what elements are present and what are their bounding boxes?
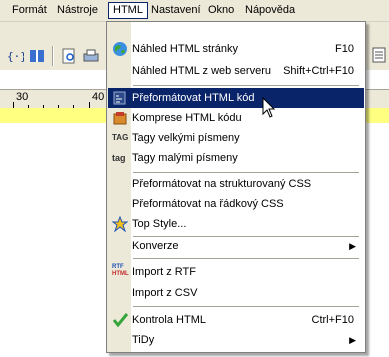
- menu-item-import-rtf[interactable]: RTF HTML Import z RTF: [108, 262, 364, 282]
- menu-window[interactable]: Okno: [204, 3, 238, 18]
- html-dropdown-menu: Náhled HTML stránky F10 Náhled HTML z we…: [106, 21, 366, 353]
- menu-item-conversion[interactable]: Konverze ▶: [108, 236, 364, 256]
- menu-item-label: Konverze: [132, 240, 179, 252]
- format-code-icon: [112, 90, 128, 106]
- menubar: Formát Nástroje HTML Nastavení Okno Nápo…: [0, 0, 389, 22]
- ruler-label: 40: [92, 91, 105, 103]
- menu-help[interactable]: Nápověda: [241, 3, 299, 18]
- menu-html[interactable]: HTML: [108, 2, 148, 19]
- print-preview-icon[interactable]: [60, 47, 78, 65]
- globe-icon: [112, 41, 128, 57]
- menu-item-label: Import z CSV: [132, 287, 198, 299]
- menu-item-compress-html[interactable]: Komprese HTML kódu: [108, 108, 364, 128]
- html-glyph: HTML: [112, 271, 129, 277]
- menu-item-reformat-html[interactable]: Přeformátovat HTML kód: [108, 88, 364, 108]
- menu-item-label: Přeformátovat na řádkový CSS: [132, 198, 284, 210]
- submenu-arrow-icon: ▶: [349, 335, 356, 345]
- menu-item-label: Přeformátovat HTML kód: [132, 92, 255, 104]
- menu-item-label: Kontrola HTML: [132, 314, 206, 326]
- menu-item-tags-lowercase[interactable]: tag Tagy malými písmeny: [108, 148, 364, 168]
- toolbar-separator: [52, 46, 54, 66]
- menu-item-html-preview[interactable]: Náhled HTML stránky F10: [108, 39, 364, 59]
- ruler-label: 30: [16, 91, 29, 103]
- menu-item-label: Komprese HTML kódu: [132, 112, 242, 124]
- menu-item-label: Tagy velkými písmeny: [132, 132, 240, 144]
- menu-item-label: Náhled HTML stránky: [132, 43, 238, 55]
- menu-item-label: Náhled HTML z web serveru: [132, 65, 271, 77]
- menu-format[interactable]: Formát: [8, 3, 51, 18]
- book-icon[interactable]: [28, 47, 46, 65]
- menu-item-tags-uppercase[interactable]: TAG Tagy velkými písmeny: [108, 128, 364, 148]
- menu-separator: [133, 258, 359, 260]
- code-braces-icon[interactable]: {·}: [6, 47, 27, 65]
- menu-item-label: Přeformátovat na strukturovaný CSS: [132, 178, 312, 190]
- menu-item-label: Import z RTF: [132, 266, 196, 278]
- menu-settings[interactable]: Nastavení: [147, 3, 205, 18]
- svg-text:{·}: {·}: [7, 50, 24, 63]
- mouse-cursor-icon: [262, 96, 276, 122]
- menu-item-tidy[interactable]: TiDy ▶: [108, 330, 364, 350]
- checkmark-icon: [112, 312, 129, 328]
- rtf-html-icon: RTF HTML: [112, 264, 129, 280]
- menu-tools[interactable]: Nástroje: [53, 3, 102, 18]
- toolbar-right-button[interactable]: [368, 44, 389, 66]
- tag-lowercase-icon: tag: [112, 153, 126, 163]
- submenu-arrow-icon: ▶: [349, 241, 356, 251]
- print-icon[interactable]: [82, 47, 100, 65]
- menu-item-shortcut: Ctrl+F10: [311, 314, 355, 326]
- menu-item-label: Top Style...: [132, 218, 187, 230]
- menu-item-label: Tagy malými písmeny: [132, 152, 238, 164]
- rtf-glyph: RTF: [112, 264, 124, 270]
- menu-item-css-structured[interactable]: Přeformátovat na strukturovaný CSS: [108, 174, 364, 194]
- menu-item-shortcut: F10: [335, 43, 354, 55]
- tag-uppercase-icon: TAG: [112, 133, 129, 142]
- menu-item-top-style[interactable]: Top Style...: [108, 214, 364, 234]
- menu-item-css-inline[interactable]: Přeformátovat na řádkový CSS: [108, 194, 364, 214]
- compress-icon: [112, 110, 128, 126]
- menu-item-shortcut: Shift+Ctrl+F10: [283, 65, 354, 77]
- menu-separator: [133, 306, 359, 308]
- menu-separator: [133, 85, 359, 87]
- topstyle-icon: [111, 215, 129, 233]
- menu-item-import-csv[interactable]: Import z CSV: [108, 283, 364, 303]
- menu-item-webserver-preview[interactable]: Náhled HTML z web serveru Shift+Ctrl+F10: [108, 61, 364, 81]
- menu-item-html-check[interactable]: Kontrola HTML Ctrl+F10: [108, 310, 364, 330]
- menu-item-label: TiDy: [132, 334, 155, 346]
